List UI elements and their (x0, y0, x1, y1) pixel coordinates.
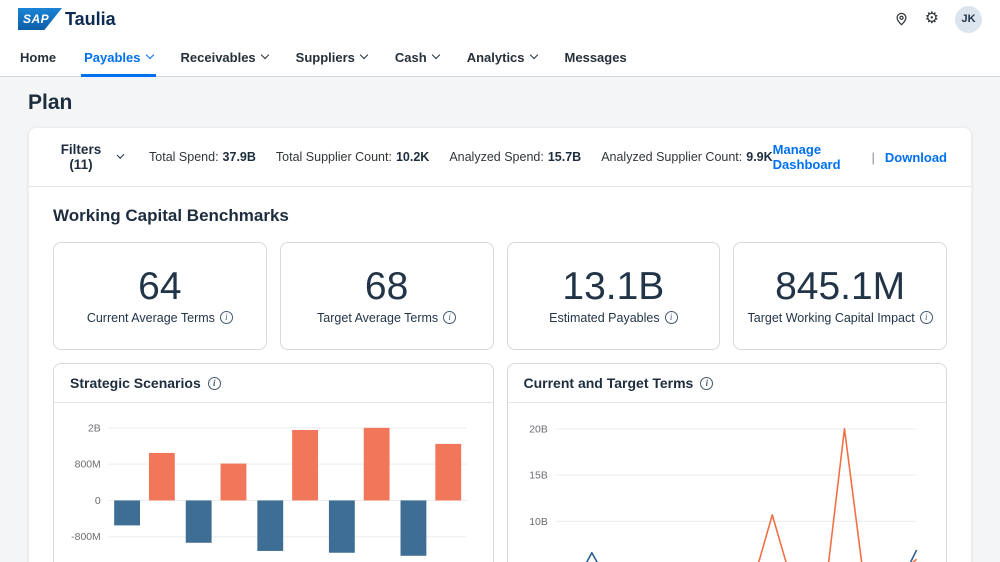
summary-stats: Total Spend:37.9B Total Supplier Count:1… (149, 150, 773, 164)
brand-name: Taulia (65, 9, 116, 30)
kpi-label: Estimated Payables (549, 311, 659, 325)
stat-total-spend: Total Spend:37.9B (149, 150, 256, 164)
charts-row: Strategic Scenarios 2B800M0-800M-2B Curr… (29, 350, 971, 562)
kpi-current-average-terms: 64 Current Average Terms (53, 242, 267, 350)
kpi-label: Current Average Terms (87, 311, 215, 325)
top-bar: SAP Taulia ⚙ JK (0, 0, 1000, 38)
topbar-actions: ⚙ JK (894, 6, 982, 33)
nav-item-messages[interactable]: Messages (565, 38, 627, 77)
chart-title: Current and Target Terms (524, 375, 694, 391)
svg-text:10B: 10B (529, 517, 548, 528)
brand-logo[interactable]: SAP Taulia (18, 8, 116, 30)
dashboard-card: Filters (11) Total Spend:37.9B Total Sup… (28, 127, 972, 562)
page-title: Plan (0, 77, 1000, 127)
chevron-down-icon (145, 51, 153, 59)
current-target-terms-chart: 20B15B10B5B (508, 403, 947, 562)
info-icon[interactable] (920, 311, 933, 324)
svg-text:20B: 20B (529, 424, 548, 435)
kpi-value: 68 (365, 267, 408, 308)
info-icon[interactable] (208, 377, 221, 390)
chevron-down-icon (360, 51, 368, 59)
nav-item-receivables[interactable]: Receivables (181, 38, 268, 77)
nav-item-home[interactable]: Home (20, 38, 56, 77)
info-icon[interactable] (443, 311, 456, 324)
nav-item-cash[interactable]: Cash (395, 38, 439, 77)
svg-text:0: 0 (95, 496, 101, 507)
info-icon[interactable] (220, 311, 233, 324)
kpi-label: Target Average Terms (317, 311, 438, 325)
nav-item-analytics[interactable]: Analytics (467, 38, 537, 77)
kpi-value: 13.1B (562, 267, 664, 308)
svg-text:2B: 2B (88, 423, 101, 434)
kpi-value: 64 (138, 267, 181, 308)
chevron-down-icon (260, 51, 268, 59)
kpi-value: 845.1M (775, 267, 905, 308)
strategic-scenarios-chart: 2B800M0-800M-2B (54, 403, 493, 562)
info-icon[interactable] (665, 311, 678, 324)
chart-title: Strategic Scenarios (70, 375, 201, 391)
svg-text:800M: 800M (75, 460, 101, 471)
location-pin-icon[interactable] (894, 11, 909, 27)
svg-text:-800M: -800M (71, 532, 101, 543)
manage-dashboard-link[interactable]: Manage Dashboard (773, 142, 862, 172)
download-link[interactable]: Download (885, 150, 947, 165)
svg-text:15B: 15B (529, 471, 548, 482)
stat-analyzed-spend: Analyzed Spend:15.7B (449, 150, 581, 164)
chevron-down-icon (529, 51, 537, 59)
main-nav: Home Payables Receivables Suppliers Cash… (0, 38, 1000, 77)
stat-analyzed-supplier-count: Analyzed Supplier Count:9.9K (601, 150, 772, 164)
chevron-down-icon (431, 51, 439, 59)
filter-toolbar: Filters (11) Total Spend:37.9B Total Sup… (29, 128, 971, 187)
kpi-label: Target Working Capital Impact (748, 311, 915, 325)
kpi-target-average-terms: 68 Target Average Terms (280, 242, 494, 350)
sap-logo-text: SAP (23, 12, 49, 26)
kpi-target-working-capital-impact: 845.1M Target Working Capital Impact (733, 242, 947, 350)
kpi-estimated-payables: 13.1B Estimated Payables (507, 242, 721, 350)
sap-logo-icon: SAP (18, 8, 62, 30)
user-avatar[interactable]: JK (955, 6, 982, 33)
info-icon[interactable] (700, 377, 713, 390)
strategic-scenarios-card: Strategic Scenarios 2B800M0-800M-2B (53, 363, 494, 562)
filters-button[interactable]: Filters (11) (53, 142, 123, 172)
nav-item-suppliers[interactable]: Suppliers (296, 38, 367, 77)
settings-gear-icon[interactable]: ⚙ (925, 11, 939, 27)
chevron-down-icon (117, 151, 125, 159)
current-target-terms-card: Current and Target Terms 20B15B10B5B (507, 363, 948, 562)
link-separator: | (872, 150, 875, 165)
toolbar-links: Manage Dashboard | Download (773, 142, 947, 172)
kpi-row: 64 Current Average Terms 68 Target Avera… (29, 242, 971, 350)
benchmarks-section-title: Working Capital Benchmarks (29, 187, 971, 242)
nav-item-payables[interactable]: Payables (84, 38, 152, 77)
stat-total-supplier-count: Total Supplier Count:10.2K (276, 150, 429, 164)
